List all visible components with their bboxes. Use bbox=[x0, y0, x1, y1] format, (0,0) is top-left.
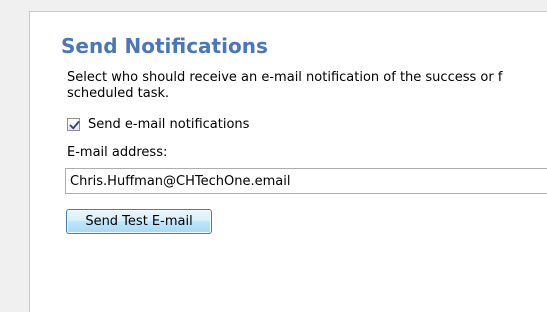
send-notifications-checkbox[interactable] bbox=[67, 117, 80, 131]
email-address-input[interactable] bbox=[65, 168, 547, 194]
checkmark-icon bbox=[69, 120, 80, 129]
send-notifications-label[interactable]: Send e-mail notifications bbox=[88, 117, 249, 132]
section-description: Select who should receive an e-mail noti… bbox=[67, 70, 547, 102]
send-notifications-row[interactable]: Send e-mail notifications bbox=[67, 116, 249, 132]
send-test-email-button[interactable]: Send Test E-mail bbox=[66, 209, 212, 234]
description-line-2: scheduled task. bbox=[67, 86, 170, 101]
window-background: Send Notifications Select who should rec… bbox=[0, 0, 547, 312]
description-line-1: Select who should receive an e-mail noti… bbox=[67, 70, 503, 85]
email-address-label: E-mail address: bbox=[67, 145, 168, 160]
section-title: Send Notifications bbox=[61, 34, 268, 58]
